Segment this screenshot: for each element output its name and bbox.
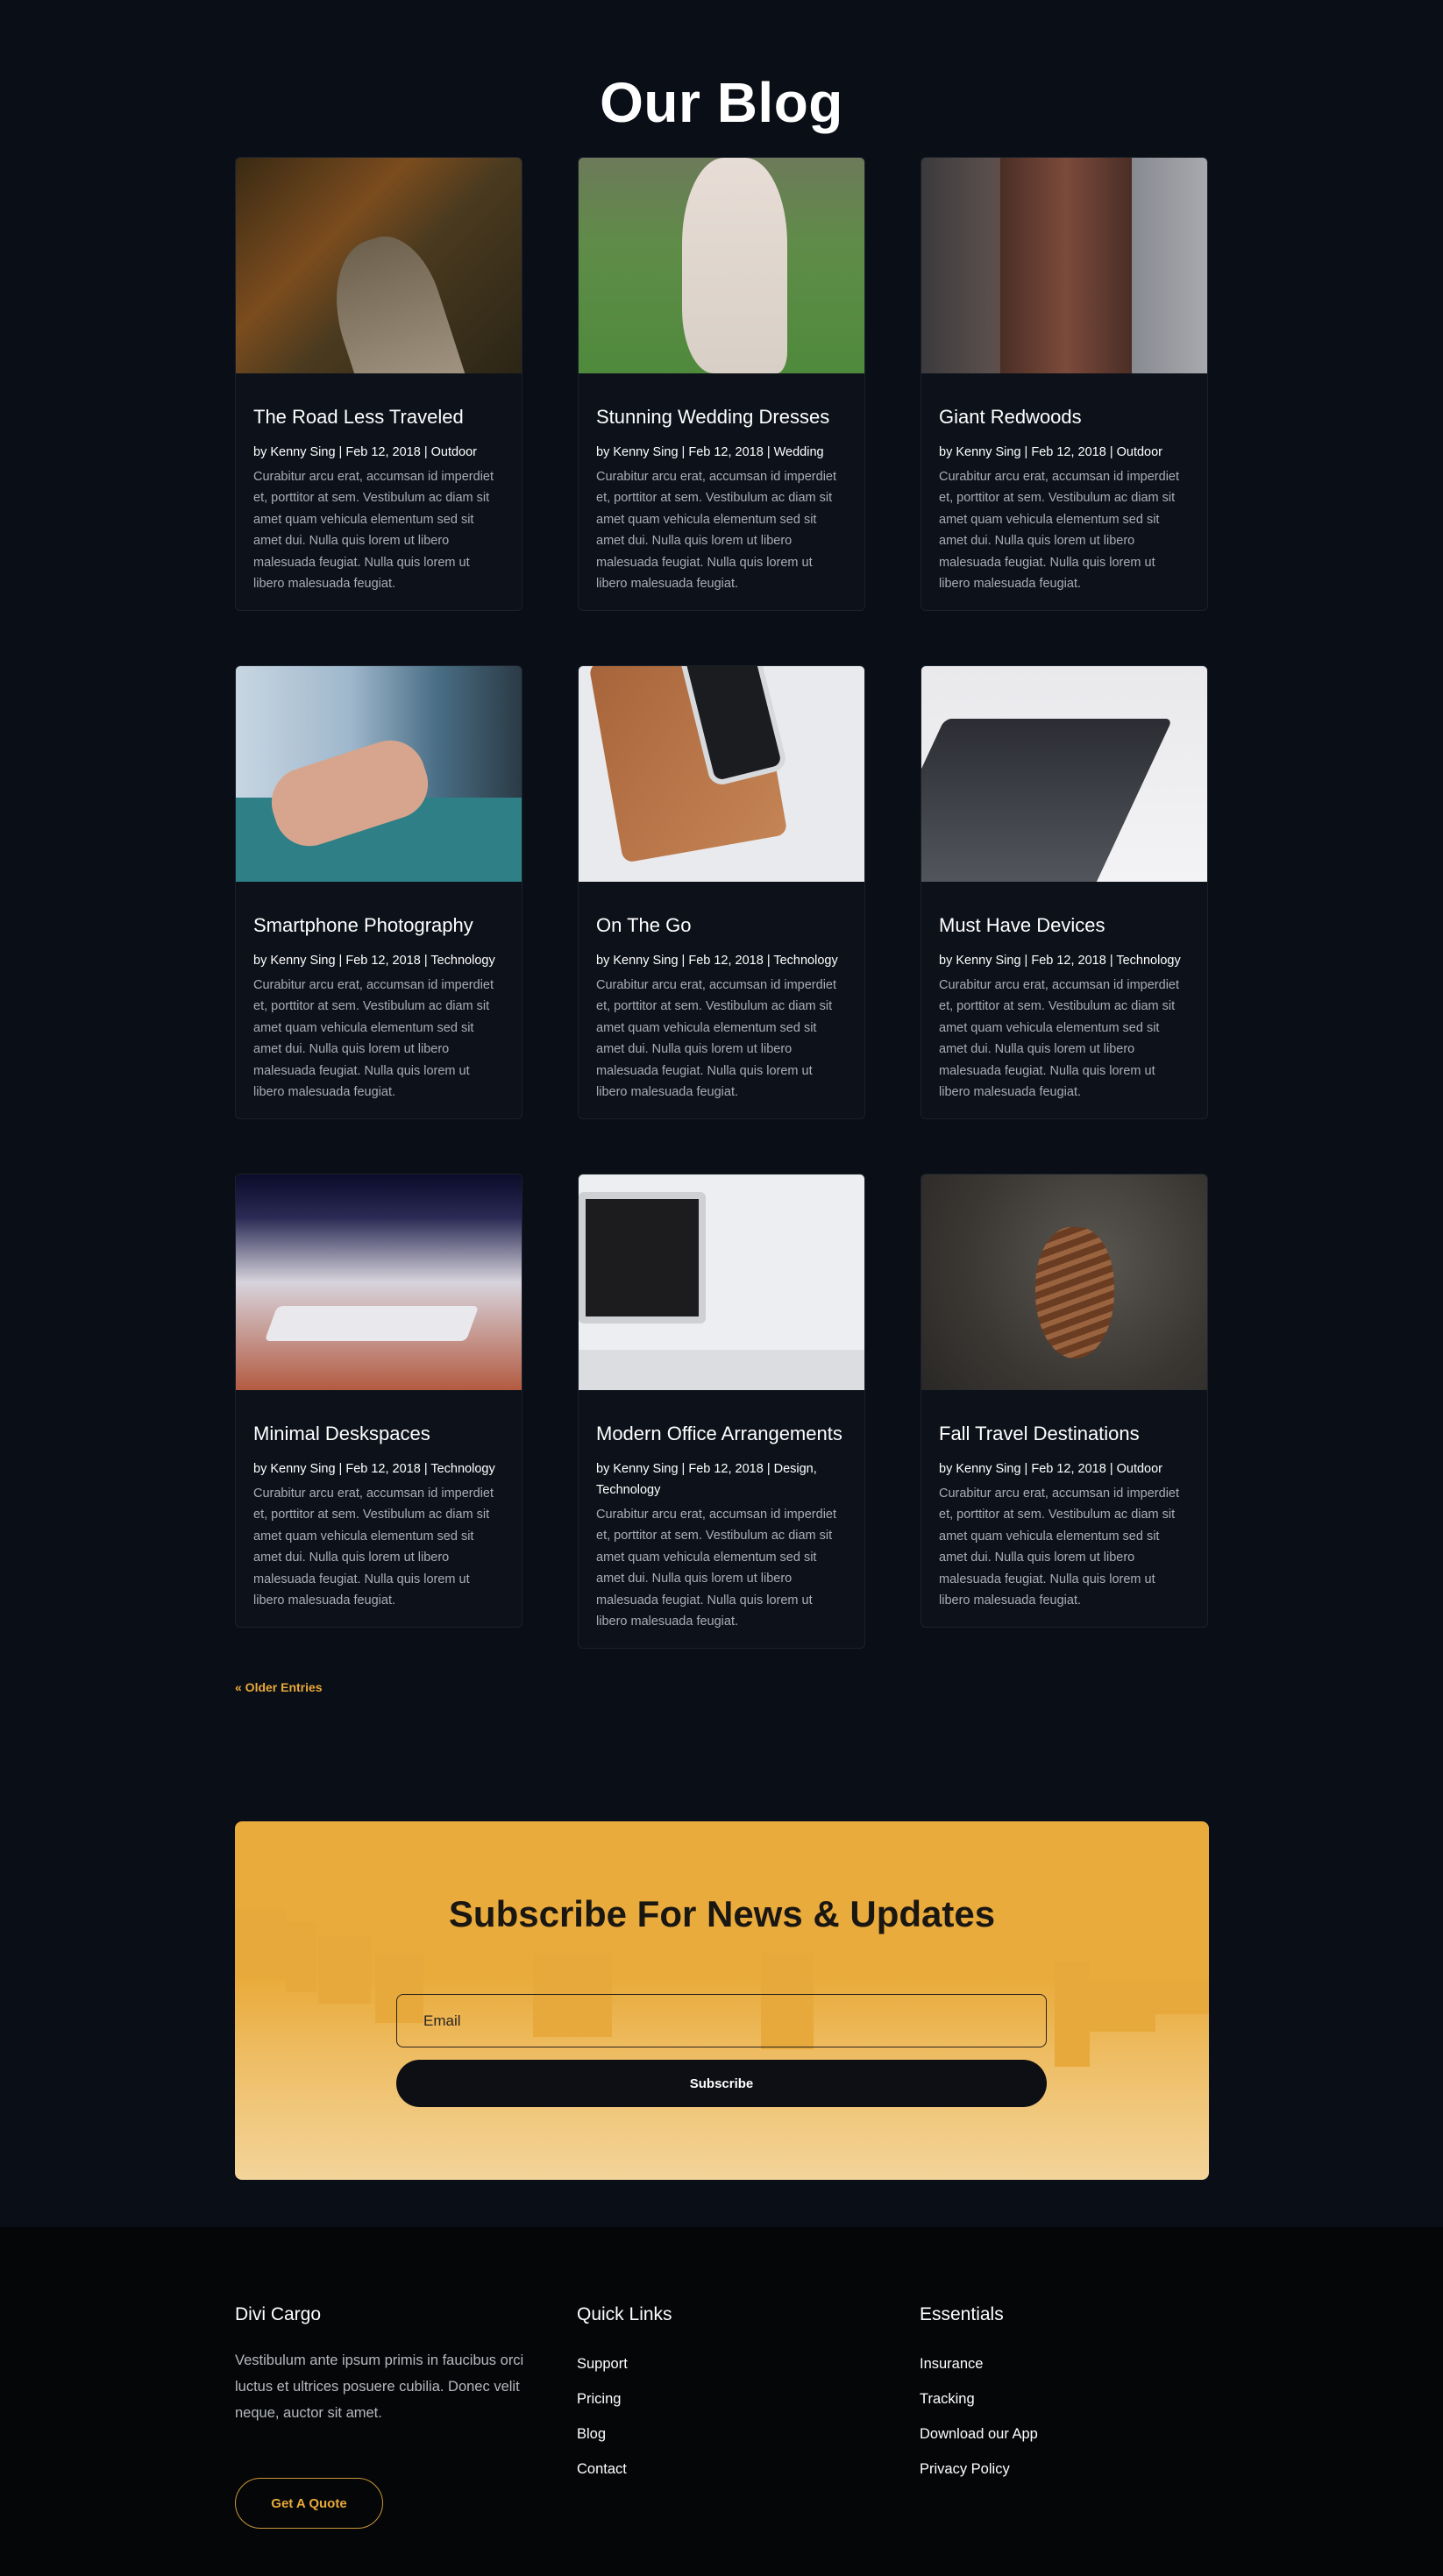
post-title[interactable]: On The Go bbox=[596, 912, 847, 939]
blog-card[interactable]: On The Go by Kenny Sing | Feb 12, 2018 |… bbox=[578, 665, 865, 1119]
footer-link-privacy-policy[interactable]: Privacy Policy bbox=[920, 2452, 1038, 2487]
tablet-phone-image[interactable] bbox=[579, 666, 864, 882]
cone-shape bbox=[1035, 1227, 1114, 1359]
footer-about: Divi Cargo Vestibulum ante ipsum primis … bbox=[235, 2304, 533, 2529]
post-title[interactable]: Modern Office Arrangements bbox=[596, 1421, 847, 1447]
post-title[interactable]: Smartphone Photography bbox=[253, 912, 504, 939]
post-title[interactable]: Minimal Deskspaces bbox=[253, 1421, 504, 1447]
blog-card[interactable]: Stunning Wedding Dresses by Kenny Sing |… bbox=[578, 157, 865, 611]
footer-quick-links: Quick Links Support Pricing Blog Contact bbox=[577, 2304, 672, 2487]
post-meta: by Kenny Sing | Feb 12, 2018 | Technolog… bbox=[253, 1462, 495, 1476]
decor-step bbox=[1090, 1979, 1155, 2032]
redwood-image[interactable] bbox=[921, 158, 1207, 373]
monitor-shape bbox=[579, 1192, 706, 1323]
post-excerpt: Curabitur arcu erat, accumsan id imperdi… bbox=[939, 470, 1180, 592]
post-title[interactable]: Fall Travel Destinations bbox=[939, 1421, 1190, 1447]
forest-road-image[interactable] bbox=[236, 158, 522, 373]
road-shape bbox=[316, 224, 471, 373]
footer-link-insurance[interactable]: Insurance bbox=[920, 2346, 1038, 2381]
dress-shape bbox=[682, 158, 787, 373]
post-excerpt: Curabitur arcu erat, accumsan id imperdi… bbox=[596, 470, 837, 592]
footer-essentials: Essentials Insurance Tracking Download o… bbox=[920, 2304, 1038, 2487]
subscribe-section: Subscribe For News & Updates Subscribe bbox=[235, 1821, 1209, 2180]
post-meta: by Kenny Sing | Feb 12, 2018 | Wedding bbox=[596, 445, 824, 459]
post-title[interactable]: Stunning Wedding Dresses bbox=[596, 404, 847, 430]
keyboard-image[interactable] bbox=[236, 1174, 522, 1390]
pine-cone-image[interactable] bbox=[921, 1174, 1207, 1390]
email-input[interactable] bbox=[396, 1994, 1047, 2047]
older-entries-link[interactable]: « Older Entries bbox=[235, 1680, 323, 1694]
post-title[interactable]: Giant Redwoods bbox=[939, 404, 1190, 430]
footer: Divi Cargo Vestibulum ante ipsum primis … bbox=[0, 2227, 1443, 2576]
decor-step bbox=[1055, 1962, 1090, 2067]
office-image[interactable] bbox=[579, 1174, 864, 1390]
post-meta: by Kenny Sing | Feb 12, 2018 | Outdoor bbox=[253, 445, 478, 459]
blog-card[interactable]: Minimal Deskspaces by Kenny Sing | Feb 1… bbox=[235, 1174, 522, 1628]
footer-about-text: Vestibulum ante ipsum primis in faucibus… bbox=[235, 2352, 524, 2421]
smartphone-image[interactable] bbox=[236, 666, 522, 882]
trunk-shape bbox=[1000, 158, 1132, 373]
subscribe-button[interactable]: Subscribe bbox=[396, 2060, 1047, 2107]
decor-step bbox=[1155, 1979, 1209, 2014]
post-excerpt: Curabitur arcu erat, accumsan id imperdi… bbox=[939, 1487, 1180, 1608]
footer-heading: Divi Cargo bbox=[235, 2304, 322, 2324]
page-title: Our Blog bbox=[600, 71, 843, 134]
footer-link-support[interactable]: Support bbox=[577, 2346, 672, 2381]
desk-shape bbox=[579, 1350, 864, 1390]
post-excerpt: Curabitur arcu erat, accumsan id imperdi… bbox=[596, 978, 837, 1100]
blog-card[interactable]: Modern Office Arrangements by Kenny Sing… bbox=[578, 1174, 865, 1649]
page: Our Blog The Road Less Traveled by Kenny… bbox=[0, 0, 1443, 2576]
footer-heading: Essentials bbox=[920, 2304, 1004, 2324]
blog-card[interactable]: Must Have Devices by Kenny Sing | Feb 12… bbox=[921, 665, 1208, 1119]
laptop-shape bbox=[921, 719, 1173, 882]
subscribe-title: Subscribe For News & Updates bbox=[448, 1893, 996, 1934]
footer-link-download-app[interactable]: Download our App bbox=[920, 2416, 1038, 2452]
post-excerpt: Curabitur arcu erat, accumsan id imperdi… bbox=[596, 1508, 837, 1629]
laptop-image[interactable] bbox=[921, 666, 1207, 882]
blog-card[interactable]: Smartphone Photography by Kenny Sing | F… bbox=[235, 665, 522, 1119]
footer-link-contact[interactable]: Contact bbox=[577, 2452, 672, 2487]
footer-link-tracking[interactable]: Tracking bbox=[920, 2381, 1038, 2416]
post-meta: by Kenny Sing | Feb 12, 2018 | Technolog… bbox=[596, 954, 838, 968]
keyboard-shape bbox=[264, 1306, 480, 1341]
footer-link-blog[interactable]: Blog bbox=[577, 2416, 672, 2452]
post-excerpt: Curabitur arcu erat, accumsan id imperdi… bbox=[253, 1487, 494, 1608]
footer-link-pricing[interactable]: Pricing bbox=[577, 2381, 672, 2416]
blog-card[interactable]: Fall Travel Destinations by Kenny Sing |… bbox=[921, 1174, 1208, 1628]
post-meta: by Kenny Sing | Feb 12, 2018 | Technolog… bbox=[253, 954, 495, 968]
post-excerpt: Curabitur arcu erat, accumsan id imperdi… bbox=[939, 978, 1180, 1100]
post-title[interactable]: Must Have Devices bbox=[939, 912, 1190, 939]
wedding-dress-image[interactable] bbox=[579, 158, 864, 373]
post-excerpt: Curabitur arcu erat, accumsan id imperdi… bbox=[253, 470, 494, 592]
blog-card[interactable]: The Road Less Traveled by Kenny Sing | F… bbox=[235, 157, 522, 611]
post-meta: by Kenny Sing | Feb 12, 2018 | Technolog… bbox=[939, 954, 1181, 968]
get-quote-button[interactable]: Get A Quote bbox=[235, 2478, 383, 2529]
post-meta: by Kenny Sing | Feb 12, 2018 | Outdoor bbox=[939, 1462, 1163, 1476]
decor-step bbox=[318, 1935, 371, 2004]
footer-heading: Quick Links bbox=[577, 2304, 672, 2324]
post-meta: by Kenny Sing | Feb 12, 2018 | Outdoor bbox=[939, 445, 1163, 459]
blog-card[interactable]: Giant Redwoods by Kenny Sing | Feb 12, 2… bbox=[921, 157, 1208, 611]
post-title[interactable]: The Road Less Traveled bbox=[253, 404, 504, 430]
post-excerpt: Curabitur arcu erat, accumsan id imperdi… bbox=[253, 978, 494, 1100]
post-meta: by Kenny Sing | Feb 12, 2018 | Design, T… bbox=[596, 1462, 817, 1497]
